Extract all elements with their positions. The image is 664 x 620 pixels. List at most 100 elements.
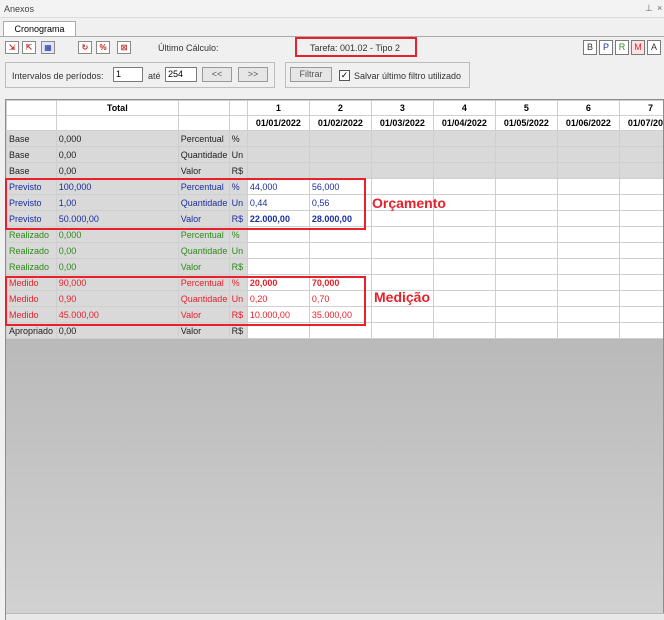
period-value-cell[interactable] [370, 306, 434, 323]
period-value-cell[interactable] [556, 194, 620, 211]
period-value-cell[interactable] [308, 242, 372, 259]
period-value-cell[interactable] [494, 226, 558, 243]
next-periods-button[interactable]: >> [238, 67, 268, 82]
grid-row[interactable]: Base 0,000 Percentual% [6, 130, 663, 147]
period-value-cell[interactable] [432, 290, 496, 307]
period-value-cell[interactable] [494, 210, 558, 227]
period-to-input[interactable]: 254 [165, 67, 197, 82]
tab-cronograma[interactable]: Cronograma [3, 21, 76, 37]
view-button-r[interactable]: R [615, 40, 629, 55]
period-value-cell[interactable] [618, 306, 663, 323]
period-value-cell[interactable] [308, 258, 372, 275]
period-value-cell[interactable] [370, 146, 434, 163]
period-value-cell[interactable] [556, 130, 620, 147]
grid-row[interactable]: Realizado 0,00 Quantidade Un [6, 242, 663, 259]
salvar-filtro-checkbox[interactable]: ✓ [339, 70, 350, 81]
filtrar-button[interactable]: Filtrar [290, 67, 332, 82]
period-value-cell[interactable] [618, 274, 663, 291]
period-value-cell[interactable] [494, 194, 558, 211]
period-value-cell[interactable] [618, 322, 663, 339]
period-value-cell[interactable] [370, 258, 434, 275]
period-value-cell[interactable] [494, 290, 558, 307]
period-value-cell[interactable] [432, 242, 496, 259]
clear-icon[interactable]: ⊠ [117, 41, 131, 54]
previous-periods-button[interactable]: << [202, 67, 232, 82]
period-value-cell[interactable] [556, 242, 620, 259]
period-value-cell[interactable] [308, 130, 372, 147]
period-value-cell[interactable] [246, 130, 310, 147]
pin-icon[interactable]: ⊥ [645, 3, 653, 14]
view-button-b[interactable]: B [583, 40, 597, 55]
period-value-cell[interactable] [618, 130, 663, 147]
period-value-cell[interactable] [370, 210, 434, 227]
horizontal-scrollbar[interactable] [6, 613, 664, 620]
period-value-cell[interactable] [246, 146, 310, 163]
period-value-cell[interactable] [370, 178, 434, 195]
percent-icon[interactable]: % [96, 41, 110, 54]
period-value-cell[interactable] [432, 162, 496, 179]
period-value-cell[interactable] [618, 226, 663, 243]
period-value-cell[interactable] [494, 178, 558, 195]
period-value-cell[interactable] [556, 146, 620, 163]
period-value-cell[interactable] [432, 226, 496, 243]
refresh-icon[interactable]: ↻ [78, 41, 92, 54]
period-value-cell[interactable] [494, 162, 558, 179]
period-value-cell[interactable] [556, 226, 620, 243]
period-value-cell[interactable] [556, 178, 620, 195]
period-value-cell[interactable] [370, 226, 434, 243]
grid-row[interactable]: Base 0,00 Quantidade Un [6, 146, 663, 163]
period-value-cell[interactable] [432, 178, 496, 195]
period-value-cell[interactable] [494, 258, 558, 275]
period-value-cell[interactable] [494, 306, 558, 323]
period-value-cell[interactable] [556, 322, 620, 339]
view-button-m[interactable]: M [631, 40, 645, 55]
period-value-cell[interactable] [432, 306, 496, 323]
period-value-cell[interactable] [494, 322, 558, 339]
view-button-p[interactable]: P [599, 40, 613, 55]
period-value-cell[interactable] [432, 210, 496, 227]
period-value-cell[interactable] [432, 146, 496, 163]
grid-row[interactable]: Realizado 0,00 Valor R$ [6, 258, 663, 275]
period-value-cell[interactable] [370, 162, 434, 179]
period-value-cell[interactable] [308, 146, 372, 163]
period-value-cell[interactable] [618, 162, 663, 179]
period-value-cell[interactable] [618, 290, 663, 307]
period-number-3: 3 [370, 100, 434, 116]
period-value-cell[interactable] [556, 162, 620, 179]
period-value-cell[interactable] [494, 274, 558, 291]
period-value-cell[interactable] [432, 130, 496, 147]
period-value-cell[interactable] [556, 258, 620, 275]
grid-row[interactable]: Base 0,00 Valor R$ [6, 162, 663, 179]
period-value-cell[interactable] [618, 146, 663, 163]
period-value-cell[interactable] [432, 274, 496, 291]
period-value-cell[interactable] [494, 146, 558, 163]
period-value-cell[interactable] [618, 178, 663, 195]
period-value-cell[interactable] [432, 322, 496, 339]
period-value-cell[interactable] [370, 242, 434, 259]
period-value-cell[interactable] [246, 258, 310, 275]
period-value-cell[interactable] [308, 162, 372, 179]
period-value-cell[interactable] [618, 210, 663, 227]
period-value-cell[interactable] [494, 242, 558, 259]
period-value-cell[interactable] [618, 258, 663, 275]
calculator-icon[interactable]: ▦ [41, 41, 55, 54]
period-value-cell[interactable] [556, 210, 620, 227]
tarefa-label: Tarefa: 001.02 - Tipo 2 [310, 43, 401, 53]
period-value-cell[interactable] [618, 194, 663, 211]
period-value-cell[interactable] [246, 242, 310, 259]
period-value-cell[interactable] [556, 274, 620, 291]
period-value-cell[interactable] [370, 130, 434, 147]
period-value-cell[interactable] [370, 322, 434, 339]
export-icon[interactable]: ⇱ [22, 41, 36, 54]
period-value-cell[interactable] [618, 242, 663, 259]
period-value-cell[interactable] [494, 130, 558, 147]
period-number-6: 6 [556, 100, 620, 116]
view-button-a[interactable]: A [647, 40, 661, 55]
period-from-input[interactable]: 1 [113, 67, 143, 82]
close-icon[interactable]: × [657, 3, 662, 13]
period-value-cell[interactable] [246, 162, 310, 179]
import-icon[interactable]: ⇲ [5, 41, 19, 54]
period-value-cell[interactable] [556, 290, 620, 307]
period-value-cell[interactable] [556, 306, 620, 323]
period-value-cell[interactable] [432, 258, 496, 275]
